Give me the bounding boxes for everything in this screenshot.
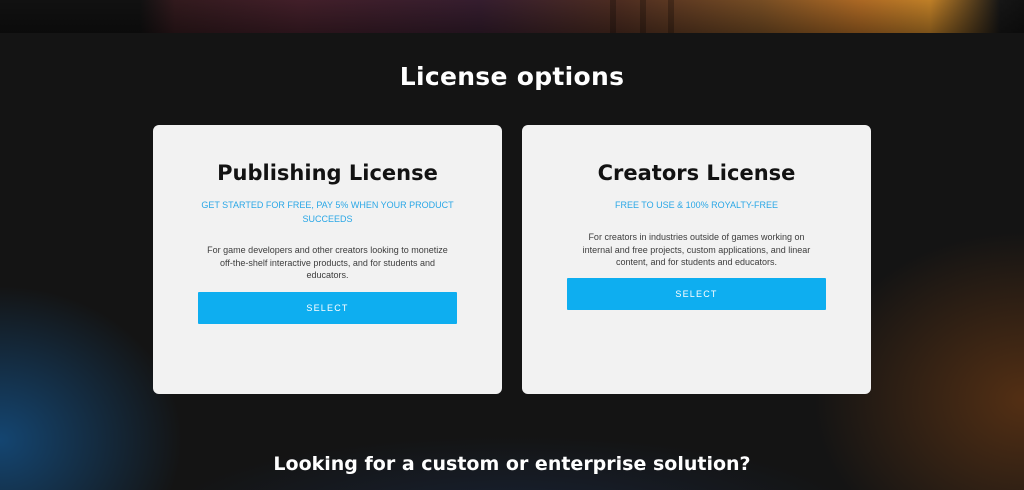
license-title: Publishing License	[217, 161, 438, 185]
creators-license-card: Creators License FREE TO USE & 100% ROYA…	[522, 125, 871, 394]
publishing-license-card: Publishing License GET STARTED FOR FREE,…	[153, 125, 502, 394]
license-tagline: FREE TO USE & 100% ROYALTY-FREE	[614, 200, 779, 210]
license-title: Creators License	[597, 161, 796, 185]
license-description: For game developers and other creators l…	[207, 245, 448, 280]
select-creators-license-button[interactable]: SELECT	[567, 278, 826, 310]
page-title: License options	[399, 62, 625, 91]
select-publishing-license-button[interactable]: SELECT	[198, 292, 457, 324]
hero-banner-image	[0, 0, 1024, 33]
license-description: For creators in industries outside of ga…	[582, 232, 811, 267]
license-page: License options Publishing License GET S…	[0, 0, 1024, 490]
license-tagline: GET STARTED FOR FREE, PAY 5% WHEN YOUR P…	[201, 200, 454, 224]
enterprise-heading: Looking for a custom or enterprise solut…	[273, 453, 751, 475]
